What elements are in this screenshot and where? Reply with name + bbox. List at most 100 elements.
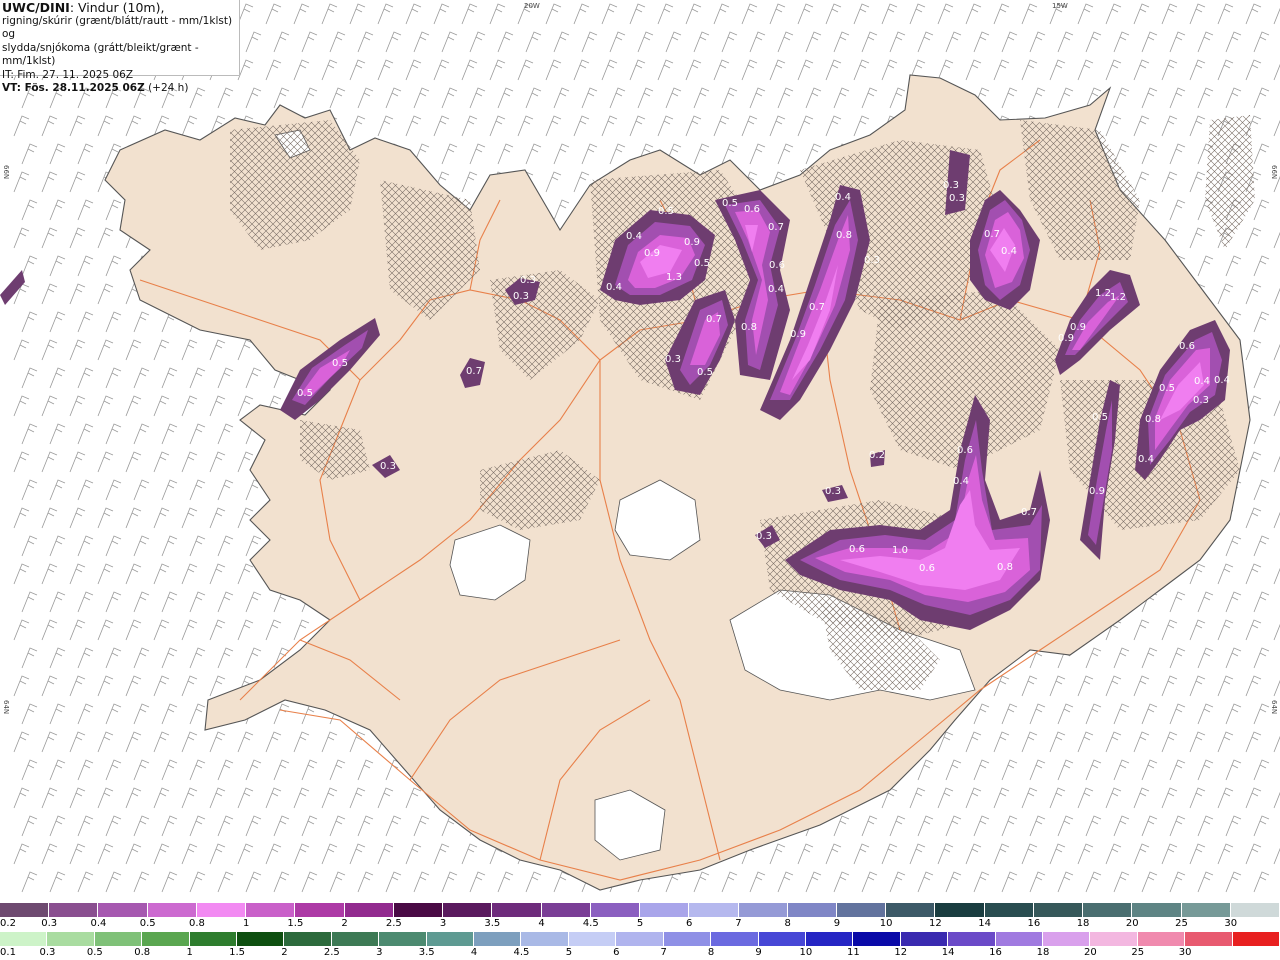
legend-label: 2	[341, 918, 348, 929]
legend-swatch	[935, 903, 985, 917]
precip-value-label: 0.6	[744, 204, 760, 215]
precip-value-label: 0.7	[1021, 507, 1037, 518]
legend-label: 12	[929, 918, 942, 929]
precip-value-label: 0.5	[1092, 412, 1108, 423]
precip-value-label: 0.7	[984, 229, 1000, 240]
legend-color-swatches	[0, 932, 1280, 946]
precip-value-label: 0.9	[1058, 333, 1074, 344]
grid-label-left-66n: 66N	[2, 165, 10, 180]
legend-swatch	[474, 932, 522, 946]
legend-label: 5	[636, 918, 644, 929]
precip-value-label: 0.3	[380, 461, 396, 472]
legend-swatch	[331, 932, 380, 946]
legend-label: 5	[565, 947, 573, 958]
precip-value-label: 0.9	[790, 329, 806, 340]
title-line1: : Vindur (10m),	[69, 0, 165, 15]
precip-value-label: 0.4	[606, 282, 622, 293]
forecast-lead: (+24 h)	[144, 82, 189, 94]
legend-swatch	[1042, 932, 1091, 946]
legend-label: 30	[1178, 947, 1192, 958]
legend-swatch	[853, 932, 901, 946]
legend-swatch	[995, 932, 1043, 946]
precip-value-label: 0.8	[997, 562, 1013, 573]
weather-map[interactable]: 0.50.50.70.30.30.30.40.50.90.91.30.50.40…	[0, 0, 1280, 902]
precip-value-label: 0.5	[697, 367, 713, 378]
legend-swatch	[886, 903, 936, 917]
precip-value-label: 0.6	[1179, 341, 1195, 352]
precip-value-label: 0.9	[644, 248, 660, 259]
legend-label: 0.1	[0, 947, 16, 958]
precip-value-label: 0.7	[768, 222, 784, 233]
legend-swatch	[189, 932, 238, 946]
model-name: UWC/DINI	[2, 0, 70, 15]
legend-label: 0.8	[134, 947, 151, 958]
legend-label: 6	[686, 918, 693, 929]
title-line2: rigning/skúrir (grænt/blátt/rautt - mm/1…	[2, 14, 233, 41]
legend-swatch	[787, 903, 837, 917]
legend-swatch	[295, 903, 345, 917]
legend-swatch	[98, 903, 148, 917]
precip-value-label: 0.9	[1070, 322, 1086, 333]
legend-label: 0.2	[0, 918, 16, 929]
init-time: IT: Fim. 27. 11. 2025 06Z	[2, 68, 134, 81]
legend-label: 7	[660, 947, 667, 958]
legend-swatch	[590, 903, 641, 917]
legend-swatch	[196, 903, 247, 917]
legend-swatch	[948, 932, 996, 946]
legend-label: 0.3	[39, 947, 56, 958]
legend-label: 30	[1224, 918, 1238, 929]
precip-value-label: 0.8	[1145, 414, 1161, 425]
grid-label-left-64n: 64N	[2, 700, 10, 715]
grid-label-top-20w: 20W	[524, 2, 540, 10]
legend-swatch	[284, 932, 332, 946]
legend-label: 0.5	[139, 918, 156, 929]
legend-label: 16	[1027, 918, 1041, 929]
legend-swatch	[492, 903, 542, 917]
legend-label: 9	[833, 918, 841, 929]
grid-label-top-15w: 15W	[1052, 2, 1068, 10]
precip-value-label: 0.4	[768, 284, 784, 295]
precip-value-label: 0.3	[825, 486, 841, 497]
precip-value-label: 0.4	[953, 476, 969, 487]
precip-value-label: 0.3	[949, 193, 965, 204]
legend-label: 0.3	[41, 918, 58, 929]
precip-value-label: 0.6	[919, 563, 935, 574]
precip-value-label: 1.0	[892, 545, 908, 556]
legend-label: 18	[1076, 918, 1090, 929]
legend-swatch	[1185, 932, 1233, 946]
precip-value-label: 0.5	[297, 388, 313, 399]
legend-swatch	[541, 903, 591, 917]
legend-swatch	[142, 932, 190, 946]
precip-value-label: 0.5	[658, 206, 674, 217]
legend-label: 14	[941, 947, 955, 958]
legend-label: 20	[1125, 918, 1139, 929]
legend-label: 0.8	[188, 918, 205, 929]
legend-label: 3.5	[418, 947, 435, 958]
legend-label: 3	[376, 947, 383, 958]
precip-value-label: 1.3	[666, 272, 682, 283]
precip-value-label: 0.5	[332, 358, 348, 369]
precip-value-label: 0.7	[809, 302, 825, 313]
precip-value-label: 0.4	[835, 192, 851, 203]
legend-swatch	[1083, 903, 1133, 917]
legend-swatch	[984, 903, 1034, 917]
precip-value-label: 0.4	[1214, 375, 1230, 386]
valid-time: VT: Fös. 28.11.2025 06Z	[2, 82, 145, 94]
precip-value-label: 0.4	[1001, 246, 1017, 257]
legend-label: 4	[538, 918, 545, 929]
precip-value-label: 0.8	[741, 322, 757, 333]
legend-swatch	[0, 903, 50, 917]
legend-swatch	[246, 903, 296, 917]
legend-swatch	[94, 932, 143, 946]
legend-swatch	[443, 903, 493, 917]
legend-swatch	[900, 932, 949, 946]
legend-label: 1.5	[229, 947, 245, 958]
precip-value-label: 0.9	[684, 237, 700, 248]
precip-value-label: 0.5	[1159, 383, 1175, 394]
legend-swatch	[393, 903, 444, 917]
legend-label: 6	[613, 947, 620, 958]
legend-swatch	[1137, 932, 1186, 946]
legend-swatch	[47, 932, 95, 946]
grid-label-right-66n: 66N	[1270, 165, 1278, 180]
legend-label: 12	[894, 947, 908, 958]
